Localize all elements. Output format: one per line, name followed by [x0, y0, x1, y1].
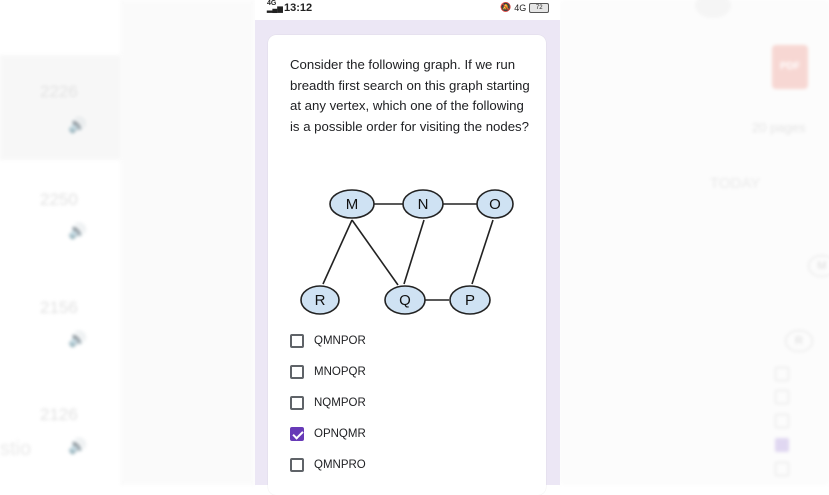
bg-checkbox [775, 462, 789, 476]
bg-time-4: 2126 [40, 405, 78, 424]
option-label: QMNPRO [314, 459, 366, 471]
speaker-icon: 🔊 [68, 223, 87, 240]
graph-label-r: R [315, 292, 326, 309]
bg-checkbox [775, 367, 789, 381]
bg-checkbox [775, 390, 789, 404]
speaker-icon: 🔊 [68, 117, 87, 134]
checkbox-checked[interactable] [290, 427, 304, 441]
checkbox[interactable] [290, 334, 304, 348]
speaker-icon: 🔊 [68, 331, 87, 348]
option-mnopqr[interactable]: MNOPQR [290, 362, 366, 382]
checkbox[interactable] [290, 365, 304, 379]
graph-diagram: M N O R Q P [300, 189, 514, 315]
status-right: 🔕 4G 72 [500, 2, 550, 13]
bg-panel [0, 55, 120, 160]
option-opnqmr[interactable]: OPNQMR [290, 424, 366, 444]
pdf-icon: PDF [772, 45, 808, 89]
option-label: OPNQMR [314, 428, 366, 440]
bg-graph-node: M [808, 255, 829, 277]
graph-edge-m-r [322, 219, 353, 285]
option-qmnpor[interactable]: QMNPOR [290, 331, 366, 351]
checkbox[interactable] [290, 458, 304, 472]
bg-time-1: 2226 [40, 82, 78, 101]
speaker-icon: 🔊 [68, 438, 87, 455]
bg-time-2: 2250 [40, 190, 78, 209]
bg-time-3: 2156 [40, 298, 78, 317]
question-text: Consider the following graph. If we run … [290, 57, 530, 134]
bg-pages-label: 20 pages [752, 120, 806, 135]
option-label: NQMPOR [314, 397, 366, 409]
graph-label-m: M [346, 196, 359, 213]
graph-label-q: Q [399, 292, 411, 309]
bg-right-column [560, 0, 829, 485]
bg-today-label: TODAY [710, 175, 761, 192]
option-nqmpor[interactable]: NQMPOR [290, 393, 366, 413]
bg-checkbox [775, 438, 789, 452]
graph-label-o: O [489, 196, 501, 213]
status-bar: 4G ▂▄▆ 13:12 🔕 4G 72 [255, 0, 560, 18]
question-card: Consider the following graph. If we run … [268, 35, 546, 495]
bg-graph-node: R [785, 330, 813, 352]
graph-edge-o-p [471, 219, 494, 285]
bg-checkbox [775, 414, 789, 428]
checkbox[interactable] [290, 396, 304, 410]
graph-label-n: N [418, 196, 429, 213]
network-label: 4G [514, 2, 527, 13]
graph-label-p: P [465, 292, 475, 309]
silent-icon: 🔕 [500, 2, 512, 12]
option-label: MNOPQR [314, 366, 366, 378]
battery-icon: 72 [529, 2, 550, 13]
status-time: 13:12 [284, 2, 313, 14]
bg-studio-text: stio [0, 438, 32, 460]
graph-edge-n-q [403, 219, 425, 285]
signal-icon: 4G ▂▄▆ [267, 0, 283, 13]
option-qmnpro[interactable]: QMNPRO [290, 455, 366, 475]
bg-middle-column [120, 0, 255, 485]
option-label: QMNPOR [314, 335, 366, 347]
phone-screen: 4G ▂▄▆ 13:12 🔕 4G 72 Consider the followi… [255, 0, 560, 495]
graph-edge-m-q [351, 219, 399, 286]
bg-top-icon [695, 0, 731, 18]
